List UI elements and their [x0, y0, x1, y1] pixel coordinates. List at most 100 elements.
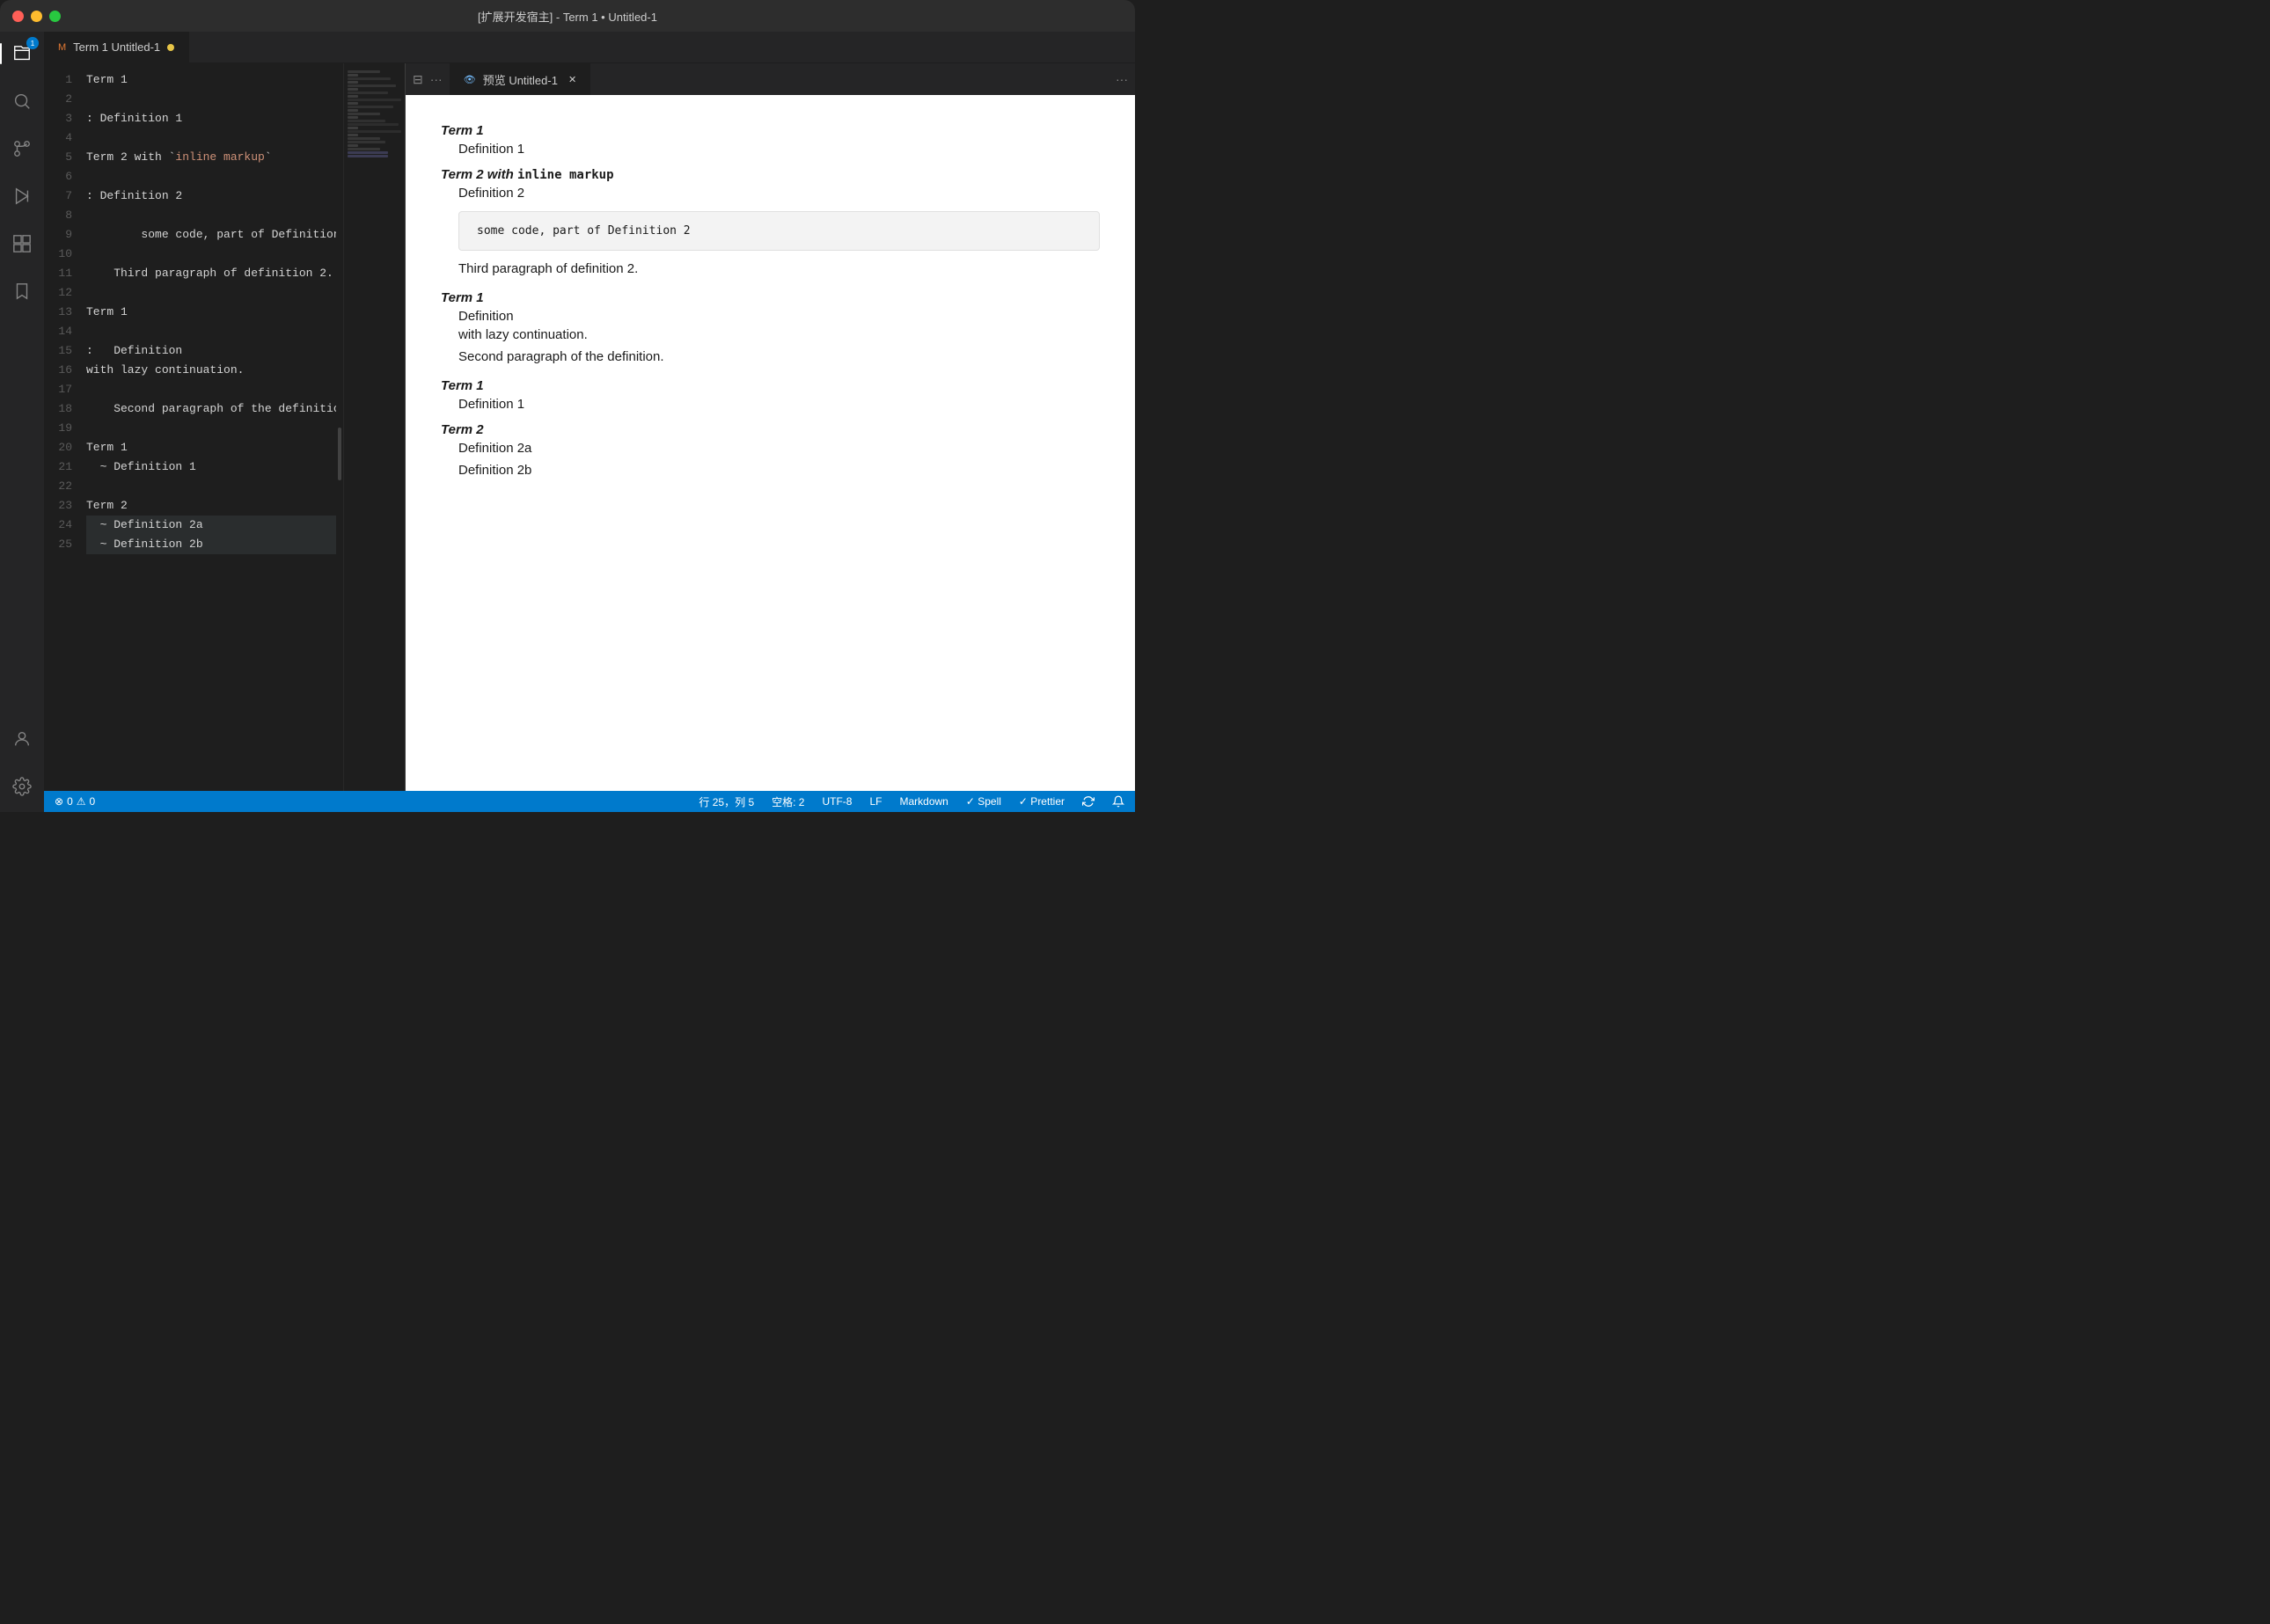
editor-scrollbar[interactable]	[336, 63, 343, 791]
close-button[interactable]	[12, 11, 24, 22]
preview-tab-close[interactable]: ✕	[568, 74, 576, 85]
account-icon[interactable]	[7, 724, 37, 754]
warning-icon: ⚠	[77, 795, 86, 808]
preview-paragraph-2: Third paragraph of definition 2.	[458, 261, 1100, 276]
code-line-23: Term 2	[86, 496, 336, 516]
status-position[interactable]: 行 25，列 5	[695, 791, 758, 812]
status-language[interactable]: Markdown	[896, 791, 951, 812]
split-icon[interactable]: ⊟	[413, 72, 423, 87]
preview-def-4: Definition 1	[458, 397, 1100, 412]
code-lines: Term 1 : Definition 1 Term 2 with `inlin…	[79, 63, 336, 791]
maximize-button[interactable]	[49, 11, 61, 22]
preview-paragraph-3: Second paragraph of the definition.	[458, 349, 1100, 364]
preview-section-1: Term 1 Definition 1	[441, 123, 1100, 157]
titlebar: [扩展开发宿主] - Term 1 • Untitled-1	[0, 0, 1135, 32]
code-line-4	[86, 128, 336, 148]
code-content: 12345 678910 1112131415 1617181920 21222…	[44, 63, 343, 791]
status-line-ending[interactable]: LF	[866, 791, 885, 812]
activity-bar-bottom	[7, 724, 37, 812]
sidebar-item-extensions[interactable]	[7, 229, 37, 259]
code-line-16: with lazy continuation.	[86, 361, 336, 380]
tab-label: Term 1 Untitled-1	[73, 40, 160, 54]
code-editor[interactable]: 12345 678910 1112131415 1617181920 21222…	[44, 63, 343, 791]
code-line-9: some code, part of Definition 2	[86, 225, 336, 245]
sidebar-item-run[interactable]	[7, 181, 37, 211]
preview-toolbar-right: ···	[1116, 72, 1128, 86]
more-actions-icon[interactable]: ···	[1116, 72, 1128, 86]
code-line-1: Term 1	[86, 70, 336, 90]
activity-bar: 1	[0, 32, 44, 812]
preview-section-3: Term 1 Definition with lazy continuation…	[441, 290, 1100, 364]
scrollbar-thumb[interactable]	[338, 428, 341, 480]
status-errors[interactable]: ⊗ 0 ⚠ 0	[51, 791, 99, 812]
preview-tab-icon: 👁	[464, 74, 476, 85]
code-line-12	[86, 283, 336, 303]
preview-def-3a: Definition	[458, 309, 1100, 324]
preview-tabs: ⊟ ··· 👁 预览 Untitled-1 ✕ ···	[406, 63, 1135, 95]
traffic-lights	[12, 11, 61, 22]
sidebar-item-source-control[interactable]	[7, 134, 37, 164]
preview-section-5: Term 2 Definition 2a Definition 2b	[441, 422, 1100, 478]
code-line-7: : Definition 2	[86, 187, 336, 206]
code-line-18: Second paragraph of the definition.	[86, 399, 336, 419]
preview-section-2: Term 2 with inline markup Definition 2 s…	[441, 167, 1100, 276]
code-line-22	[86, 477, 336, 496]
status-prettier[interactable]: ✓ Prettier	[1015, 791, 1068, 812]
code-line-6	[86, 167, 336, 187]
error-count: 0	[67, 795, 73, 808]
code-line-3: : Definition 1	[86, 109, 336, 128]
tab-dirty-indicator	[167, 44, 174, 51]
code-line-13: Term 1	[86, 303, 336, 322]
more-icon[interactable]: ···	[430, 72, 443, 86]
preview-def-3b: with lazy continuation.	[458, 327, 1100, 342]
code-line-21: ~ Definition 1	[86, 457, 336, 477]
code-line-10	[86, 245, 336, 264]
sidebar-item-files[interactable]: 1	[7, 39, 37, 69]
preview-def-1: Definition 1	[458, 142, 1100, 157]
error-icon: ⊗	[55, 795, 63, 808]
preview-def-5b: Definition 2b	[458, 463, 1100, 478]
preview-def-2: Definition 2	[458, 186, 1100, 201]
code-line-19	[86, 419, 336, 438]
code-line-15: : Definition	[86, 341, 336, 361]
status-encoding[interactable]: UTF-8	[818, 791, 855, 812]
code-line-20: Term 1	[86, 438, 336, 457]
code-line-14	[86, 322, 336, 341]
code-line-25: ~ Definition 2b	[86, 535, 336, 554]
status-sync-icon[interactable]	[1079, 791, 1098, 812]
preview-section-4: Term 1 Definition 1	[441, 378, 1100, 412]
editor-split: 12345 678910 1112131415 1617181920 21222…	[44, 63, 1135, 791]
preview-panel: ⊟ ··· 👁 预览 Untitled-1 ✕ ··· Term	[405, 63, 1135, 791]
minimap	[343, 63, 405, 791]
sidebar-item-bookmarks[interactable]	[7, 276, 37, 306]
preview-term-5: Term 2	[441, 422, 1100, 437]
minimize-button[interactable]	[31, 11, 42, 22]
main-layout: 1	[0, 32, 1135, 812]
line-numbers: 12345 678910 1112131415 1617181920 21222…	[44, 63, 79, 791]
code-line-8	[86, 206, 336, 225]
editor-tabs: M Term 1 Untitled-1	[44, 32, 1135, 63]
status-spell[interactable]: ✓ Spell	[963, 791, 1005, 812]
preview-def-5a: Definition 2a	[458, 441, 1100, 456]
sidebar-item-search[interactable]	[7, 86, 37, 116]
preview-term-2: Term 2 with inline markup	[441, 167, 1100, 182]
preview-code-block: some code, part of Definition 2	[458, 211, 1100, 251]
settings-icon[interactable]	[7, 772, 37, 801]
code-line-11: Third paragraph of definition 2.	[86, 264, 336, 283]
tab-icon: M	[58, 42, 66, 53]
status-notification-icon[interactable]	[1109, 791, 1128, 812]
status-spaces[interactable]: 空格: 2	[768, 791, 808, 812]
preview-term-3: Term 1	[441, 290, 1100, 305]
window-title: [扩展开发宿主] - Term 1 • Untitled-1	[478, 8, 657, 25]
code-line-5: Term 2 with `inline markup`	[86, 148, 336, 167]
tab-term1-untitled[interactable]: M Term 1 Untitled-1	[44, 32, 189, 63]
preview-tab-label: 预览 Untitled-1	[483, 71, 558, 88]
tab-preview[interactable]: 👁 预览 Untitled-1 ✕	[450, 63, 590, 95]
preview-toolbar-left: ⊟ ···	[413, 72, 443, 87]
code-line-17	[86, 380, 336, 399]
warning-count: 0	[90, 795, 96, 808]
code-line-2	[86, 90, 336, 109]
code-line-24: ~ Definition 2a	[86, 516, 336, 535]
status-bar: ⊗ 0 ⚠ 0 行 25，列 5 空格: 2 UTF-8 LF Markdown…	[44, 791, 1135, 812]
preview-content[interactable]: Term 1 Definition 1 Term 2 with inline m…	[406, 95, 1135, 791]
